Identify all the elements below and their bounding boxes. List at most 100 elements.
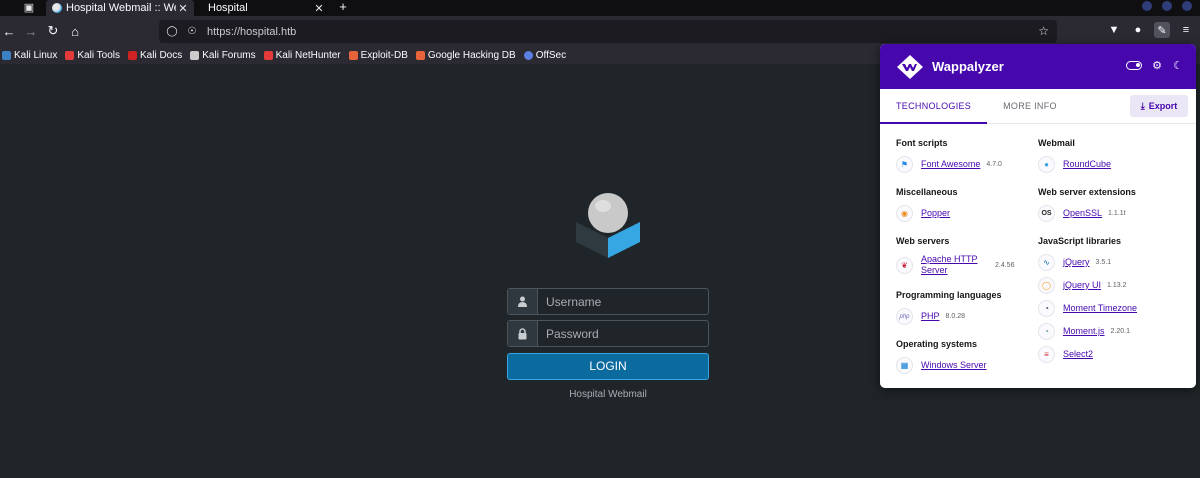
openssl-icon: OS (1038, 205, 1055, 222)
lock-icon[interactable]: ☉ (185, 26, 199, 37)
roundcube-logo (576, 193, 640, 258)
category-programming-languages: Programming languages php PHP 8.0.28 (896, 290, 1038, 325)
apache-feather-icon: ❦ (896, 256, 913, 274)
momentjs-icon: ◔ (1038, 323, 1055, 340)
php-icon: php (896, 308, 913, 325)
tab-strip: ▣ Hospital Webmail :: Welc ✕ Hospital ✕ … (0, 0, 1200, 16)
home-button[interactable]: ⌂ (66, 22, 84, 40)
toolbar-right: ▼ ● ✎ ≡ (1106, 22, 1200, 38)
dark-mode-moon-icon[interactable]: ☾ (1172, 59, 1184, 72)
new-tab-button[interactable]: + (336, 0, 350, 14)
lock-icon (508, 321, 538, 346)
shield-icon[interactable]: ◯ (165, 26, 179, 37)
kali-docs-icon (127, 50, 137, 60)
enable-toggle[interactable] (1126, 61, 1142, 70)
url-bar[interactable]: ◯ ☉ https://hospital.htb ☆ (159, 20, 1057, 43)
ghdb-icon (415, 50, 425, 60)
category-operating-systems: Operating systems ▦ Windows Server (896, 339, 1038, 374)
back-button[interactable]: ← (0, 22, 18, 40)
bookmark-kali-forums[interactable]: Kali Forums (190, 50, 256, 61)
account-icon[interactable]: ● (1130, 22, 1146, 38)
category-javascript-libraries: JavaScript libraries ∿ jQuery 3.5.1 ◯ jQ… (1038, 236, 1180, 363)
close-tab-icon[interactable]: ✕ (176, 2, 190, 15)
wappalyzer-title: Wappalyzer (932, 59, 1004, 74)
windows-icon: ▦ (896, 357, 913, 374)
nethunter-icon (263, 50, 273, 60)
footer-text: Hospital Webmail (569, 389, 647, 400)
moment-timezone-icon: ◔ (1038, 300, 1055, 317)
select2-icon: ≡ (1038, 346, 1055, 363)
technology-item[interactable]: ❦ Apache HTTP Server 2.4.56 (896, 254, 1038, 276)
password-input[interactable] (538, 321, 708, 346)
window-control-icon[interactable] (1182, 1, 1192, 11)
tab-more-info[interactable]: MORE INFO (987, 89, 1073, 124)
offsec-icon (523, 50, 533, 60)
bookmark-kali-docs[interactable]: Kali Docs (127, 50, 182, 61)
category-webmail: Webmail ● RoundCube (1038, 138, 1180, 173)
bookmark-exploit-db[interactable]: Exploit-DB (348, 50, 408, 61)
pocket-icon[interactable]: ▼ (1106, 22, 1122, 38)
category-web-server-extensions: Web server extensions OS OpenSSL 1.1.1t (1038, 187, 1180, 222)
bookmark-offsec[interactable]: OffSec (523, 50, 566, 61)
wappalyzer-tabs: TECHNOLOGIES MORE INFO ⤓ Export (880, 88, 1196, 124)
kali-tools-icon (65, 50, 75, 60)
window-control-icon[interactable] (1162, 1, 1172, 11)
tab-hospital[interactable]: Hospital ✕ (200, 0, 330, 16)
username-field (507, 288, 709, 315)
wappalyzer-popup: Wappalyzer ⚙ ☾ TECHNOLOGIES MORE INFO ⤓ … (880, 44, 1196, 388)
technology-item[interactable]: php PHP 8.0.28 (896, 308, 1038, 325)
password-field (507, 320, 709, 347)
roundcube-icon: ● (1038, 156, 1055, 173)
tab-title: Hospital Webmail :: Welc (66, 2, 176, 14)
close-tab-icon[interactable]: ✕ (312, 2, 326, 15)
login-button[interactable]: LOGIN (507, 353, 709, 380)
category-web-servers: Web servers ❦ Apache HTTP Server 2.4.56 (896, 236, 1038, 276)
window-controls (1142, 1, 1192, 11)
settings-gear-icon[interactable]: ⚙ (1151, 59, 1163, 72)
wappalyzer-logo-icon (897, 54, 923, 79)
technology-item[interactable]: ● RoundCube (1038, 156, 1180, 173)
extensions-icon[interactable]: ✎ (1154, 22, 1170, 38)
download-icon: ⤓ (1140, 100, 1145, 111)
jquery-icon: ∿ (1038, 254, 1055, 271)
popper-icon: ◉ (896, 205, 913, 222)
username-input[interactable] (538, 289, 708, 314)
tab-hospital-webmail[interactable]: Hospital Webmail :: Welc ✕ (46, 0, 194, 16)
technology-item[interactable]: ⚑ Font Awesome 4.7.0 (896, 156, 1038, 173)
reload-button[interactable]: ↻ (44, 22, 62, 40)
technology-item[interactable]: ∿ jQuery 3.5.1 (1038, 254, 1180, 271)
category-font-scripts: Font scripts ⚑ Font Awesome 4.7.0 (896, 138, 1038, 173)
technology-item[interactable]: ◉ Popper (896, 205, 1038, 222)
kali-dragon-icon (2, 50, 11, 60)
tab-technologies[interactable]: TECHNOLOGIES (880, 88, 988, 124)
jquery-ui-icon: ◯ (1038, 277, 1055, 294)
bookmark-kali-linux[interactable]: Kali Linux (2, 50, 57, 61)
window-control-icon[interactable] (1142, 1, 1152, 11)
bookmark-google-hacking-db[interactable]: Google Hacking DB (415, 50, 516, 61)
roundcube-favicon-icon (52, 3, 62, 13)
export-button[interactable]: ⤓ Export (1130, 95, 1188, 117)
technology-item[interactable]: ◔ Moment.js 2.20.1 (1038, 323, 1180, 340)
technology-item[interactable]: ◯ jQuery UI 1.13.2 (1038, 277, 1180, 294)
bookmark-kali-nethunter[interactable]: Kali NetHunter (263, 50, 341, 61)
technology-item[interactable]: ◔ Moment Timezone (1038, 300, 1180, 317)
flag-icon: ⚑ (896, 156, 913, 173)
technology-item[interactable]: OS OpenSSL 1.1.1t (1038, 205, 1180, 222)
url-text[interactable]: https://hospital.htb (207, 26, 296, 38)
technologies-left-column: Font scripts ⚑ Font Awesome 4.7.0 Miscel… (896, 138, 1038, 388)
technologies-right-column: Webmail ● RoundCube Web server extension… (1038, 138, 1180, 388)
bookmark-kali-tools[interactable]: Kali Tools (65, 50, 120, 61)
navigation-bar: ← → ↻ ⌂ ◯ ☉ https://hospital.htb ☆ ▼ ● ✎… (0, 16, 1200, 46)
kali-forums-icon (190, 50, 200, 60)
technology-item[interactable]: ▦ Windows Server (896, 357, 1038, 374)
bookmark-star-icon[interactable]: ☆ (1038, 24, 1049, 38)
menu-icon[interactable]: ≡ (1178, 22, 1194, 38)
forward-button[interactable]: → (22, 22, 40, 40)
exploit-db-icon (348, 50, 358, 60)
user-icon (508, 289, 538, 314)
wappalyzer-header: Wappalyzer ⚙ ☾ (880, 44, 1196, 89)
tab-list-button[interactable]: ▣ (20, 0, 38, 14)
technology-item[interactable]: ≡ Select2 (1038, 346, 1180, 363)
category-miscellaneous: Miscellaneous ◉ Popper (896, 187, 1038, 222)
technologies-list: Font scripts ⚑ Font Awesome 4.7.0 Miscel… (880, 124, 1196, 388)
